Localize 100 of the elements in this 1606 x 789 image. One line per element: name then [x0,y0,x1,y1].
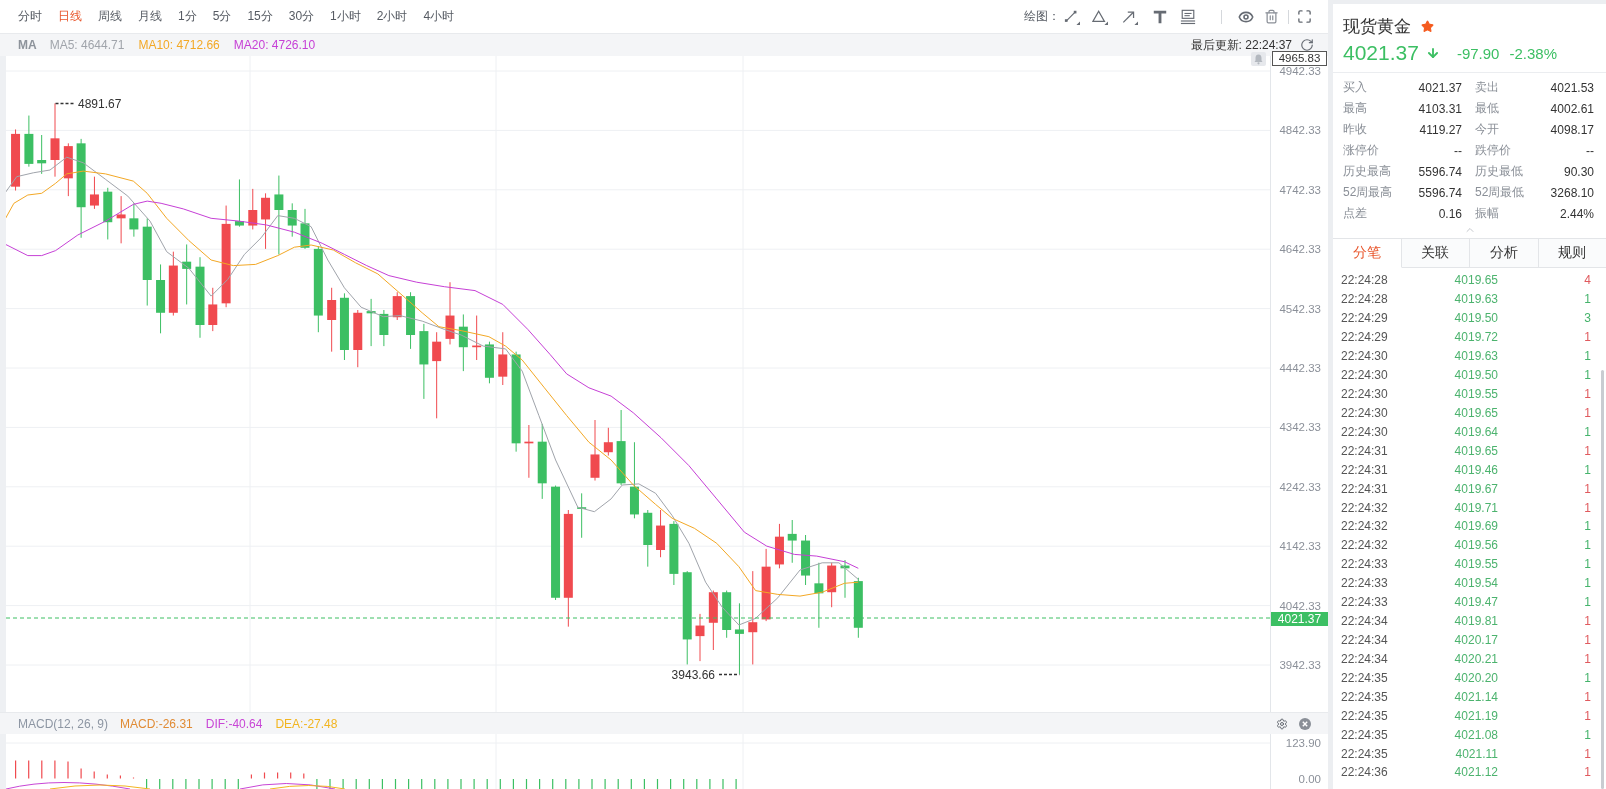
note-tool-icon[interactable] [1180,8,1196,25]
trade-price: 4019.55 [1453,557,1498,572]
low-price-label: 3943.66 [671,667,715,682]
trade-price: 4019.65 [1453,405,1498,420]
axis-label: 4342.33 [1279,421,1321,434]
candlestick [814,562,824,629]
trade-time: 22:24:33 [1341,576,1389,591]
period-tab[interactable]: 4小时 [415,5,463,28]
candlestick [669,520,679,586]
axis-label: 4742.33 [1279,183,1321,196]
candlestick [234,178,244,228]
trade-volume: 1 [1583,595,1591,610]
refresh-icon[interactable] [1300,38,1314,52]
axis-label: 4242.33 [1279,480,1321,493]
stat-value: 90.30 [1563,164,1594,179]
trade-volume: 1 [1583,765,1591,780]
percent-change: -2.38% [1509,44,1557,62]
arrow-tool-icon[interactable] [1122,8,1138,25]
settings-icon[interactable] [1276,717,1288,730]
trade-time: 22:24:29 [1341,311,1389,326]
period-tab[interactable]: 日线 [50,5,90,28]
trade-time: 22:24:34 [1341,651,1389,666]
candlestick [827,562,837,608]
candlestick [524,424,534,479]
candlestick [458,313,468,372]
line-tool-icon[interactable] [1064,8,1080,25]
leader-line [718,673,741,676]
candlestick [89,176,99,210]
stat-label: 历史最低 [1475,163,1523,180]
stat-value: 4119.27 [1419,122,1462,137]
trade-volume: 1 [1583,670,1591,685]
candlestick [366,298,376,347]
trade-price: 4019.50 [1453,368,1498,383]
histogram-bar [263,772,266,779]
trade-volume: 1 [1583,462,1591,477]
triangle-tool-icon[interactable] [1092,8,1108,25]
trade-volume: 1 [1583,330,1591,345]
candlestick [840,559,850,599]
trade-volume: 1 [1583,576,1591,591]
candlestick [722,590,732,639]
info-tab[interactable]: 关联 [1401,238,1470,268]
trade-volume: 1 [1583,443,1591,458]
period-tab[interactable]: 分时 [10,5,50,28]
trade-price: 4019.72 [1453,330,1498,345]
candlestick [472,315,482,361]
stat-label: 点差 [1343,205,1367,222]
trade-time: 22:24:33 [1341,557,1389,572]
trade-price: 4019.81 [1453,614,1498,629]
candlestick [787,519,797,564]
text-tool-icon[interactable] [1152,8,1168,25]
info-tab[interactable]: 分析 [1470,238,1539,268]
trade-volume: 1 [1583,746,1591,761]
trade-price: 4019.56 [1453,538,1498,553]
candlestick [261,192,271,250]
close-icon[interactable] [1299,717,1311,730]
trade-price: 4019.65 [1453,443,1498,458]
stat-label: 涨停价 [1343,142,1379,159]
trade-price: 4019.67 [1453,481,1498,496]
axis-label: 4442.33 [1279,362,1321,374]
fullscreen-icon[interactable] [1297,9,1312,24]
candlestick [353,309,363,368]
candlestick [577,492,587,539]
trade-volume: 1 [1583,727,1591,742]
scrollbar-thumb[interactable] [1601,370,1604,789]
trade-volume: 1 [1583,349,1591,364]
info-tab[interactable]: 分笔 [1333,238,1402,268]
trade-price: 4019.71 [1453,500,1498,515]
period-tab[interactable]: 1分 [170,5,205,28]
stat-label: 买入 [1343,79,1367,96]
trade-volume: 1 [1583,557,1591,572]
period-tab[interactable]: 周线 [90,5,130,28]
period-tab[interactable]: 2小时 [368,5,416,28]
stat-label: 昨收 [1343,121,1367,138]
indicator-value: DIF:-40.64 [205,716,263,731]
star-icon[interactable] [1421,19,1434,33]
trade-time: 22:24:35 [1341,708,1389,723]
indicator-name: MA [18,38,37,52]
trade-price: 4021.14 [1453,689,1498,704]
current-price-tag: 4021.37 [1271,612,1328,626]
leader-line [54,102,76,105]
period-tab[interactable]: 15分 [239,5,281,28]
candlestick [643,509,653,568]
period-tab[interactable]: 1小时 [322,5,369,28]
stat-value: 4021.37 [1418,80,1462,95]
trade-time: 22:24:34 [1341,614,1389,629]
trade-volume: 1 [1583,538,1591,553]
period-tab[interactable]: 5分 [204,5,240,28]
candlestick [156,263,166,334]
axis-label: 0.00 [1298,772,1321,785]
stat-value: 5596.74 [1418,164,1462,179]
trade-volume: 1 [1583,632,1591,647]
period-tab[interactable]: 月线 [130,5,170,28]
stat-label: 振幅 [1475,205,1499,222]
stat-value: 4002.61 [1550,101,1594,116]
trash-icon[interactable] [1264,9,1279,24]
trade-time: 22:24:28 [1341,273,1389,288]
info-tab[interactable]: 规则 [1538,238,1606,268]
stat-value: 4021.53 [1550,80,1594,95]
candlestick [300,208,310,250]
period-tab[interactable]: 30分 [280,5,323,28]
